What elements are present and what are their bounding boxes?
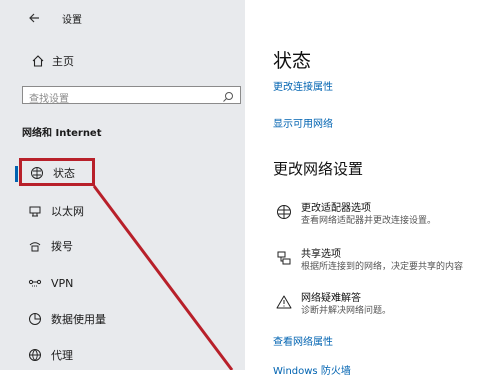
annotation-arrow (92, 185, 234, 370)
